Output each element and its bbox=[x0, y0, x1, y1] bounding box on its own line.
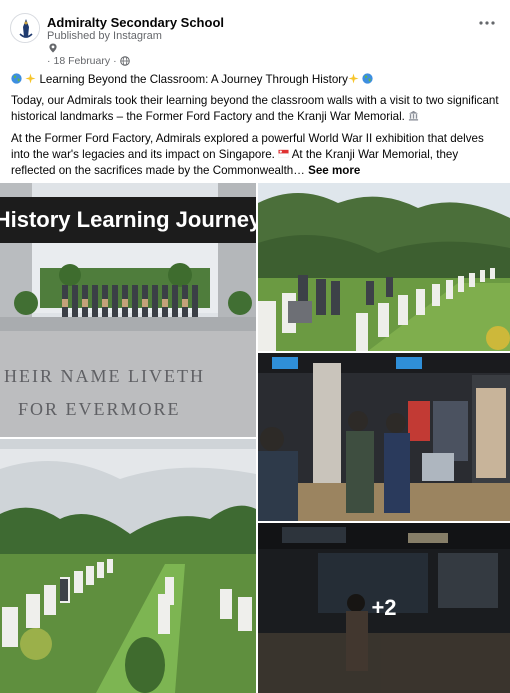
facebook-post: Admiralty Secondary School Published by … bbox=[0, 0, 510, 693]
globe-public-icon bbox=[119, 56, 130, 66]
singapore-flag-emoji-icon bbox=[278, 149, 289, 158]
location-pin-icon bbox=[49, 43, 57, 53]
post-paragraph-1-text: Today, our Admirals took their learning … bbox=[11, 94, 499, 124]
post-header: Admiralty Secondary School Published by … bbox=[0, 0, 510, 70]
post-date[interactable]: 18 February bbox=[54, 55, 111, 67]
classical-building-emoji-icon bbox=[409, 111, 419, 121]
see-more-link[interactable]: See more bbox=[308, 164, 360, 177]
post-paragraph-1: Today, our Admirals took their learning … bbox=[11, 93, 501, 125]
page-name[interactable]: Admiralty Secondary School bbox=[47, 15, 224, 30]
photo-4[interactable] bbox=[0, 439, 256, 693]
sparkles-emoji-icon bbox=[25, 73, 36, 84]
photo-1-inscription-1: HEIR NAME LIVETH bbox=[4, 366, 205, 386]
sparkles-emoji-icon bbox=[348, 73, 359, 84]
photo-1[interactable]: History Learning Journey HEIR NAME LIVET… bbox=[0, 183, 256, 437]
photo-2-image bbox=[258, 183, 510, 351]
photo-3-image bbox=[258, 353, 510, 521]
post-paragraph-2: At the Former Ford Factory, Admirals exp… bbox=[11, 131, 501, 180]
post-meta: · 18 February · bbox=[47, 55, 130, 67]
post-headline-line: Learning Beyond the Classroom: A Journey… bbox=[11, 72, 501, 88]
photo-1-inscription-2: FOR EVERMORE bbox=[18, 399, 181, 419]
globe-emoji-icon bbox=[11, 73, 22, 84]
photo-5[interactable]: +2 bbox=[258, 523, 510, 693]
more-dots-icon bbox=[479, 21, 495, 25]
meta-separator: · bbox=[47, 55, 51, 67]
photo-1-banner: History Learning Journey bbox=[0, 207, 256, 232]
more-photos-count: +2 bbox=[371, 595, 397, 620]
meta-separator: · bbox=[113, 55, 117, 67]
post-headline: Learning Beyond the Classroom: A Journey… bbox=[39, 73, 348, 86]
post-text: Learning Beyond the Classroom: A Journey… bbox=[11, 72, 501, 184]
photo-3[interactable] bbox=[258, 353, 510, 521]
more-photos-overlay[interactable]: +2 bbox=[258, 523, 510, 693]
published-by: Published by Instagram bbox=[47, 30, 162, 42]
school-crest-icon bbox=[12, 15, 39, 42]
more-options-button[interactable] bbox=[476, 14, 498, 32]
photo-4-image bbox=[0, 439, 256, 693]
globe-emoji-icon bbox=[362, 73, 373, 84]
photo-2[interactable] bbox=[258, 183, 510, 351]
page-avatar[interactable] bbox=[10, 13, 40, 43]
photo-grid: History Learning Journey HEIR NAME LIVET… bbox=[0, 183, 510, 693]
